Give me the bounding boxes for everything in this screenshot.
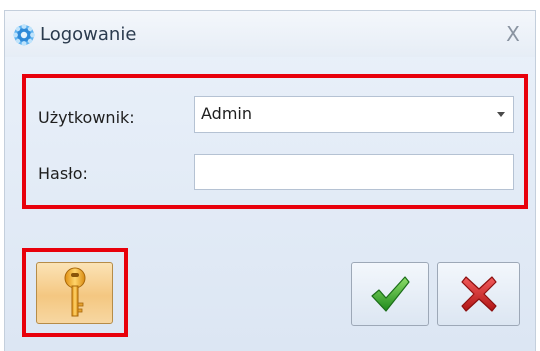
key-button[interactable] <box>36 262 113 324</box>
window-title: Logowanie <box>40 24 137 45</box>
cross-icon <box>460 276 497 312</box>
password-input[interactable] <box>194 154 514 190</box>
key-icon <box>64 267 85 317</box>
username-label: Użytkownik: <box>38 108 135 127</box>
username-select[interactable]: Admin <box>194 96 514 133</box>
title-bar: Logowanie X <box>5 11 535 57</box>
close-icon: X <box>506 22 520 46</box>
close-button[interactable]: X <box>501 21 525 47</box>
gear-icon <box>13 24 35 46</box>
checkmark-icon <box>371 276 410 312</box>
ok-button[interactable] <box>351 262 429 326</box>
cancel-button[interactable] <box>437 262 520 326</box>
chevron-down-icon[interactable] <box>497 112 505 117</box>
username-value: Admin <box>201 104 252 123</box>
password-label: Hasło: <box>38 164 88 183</box>
